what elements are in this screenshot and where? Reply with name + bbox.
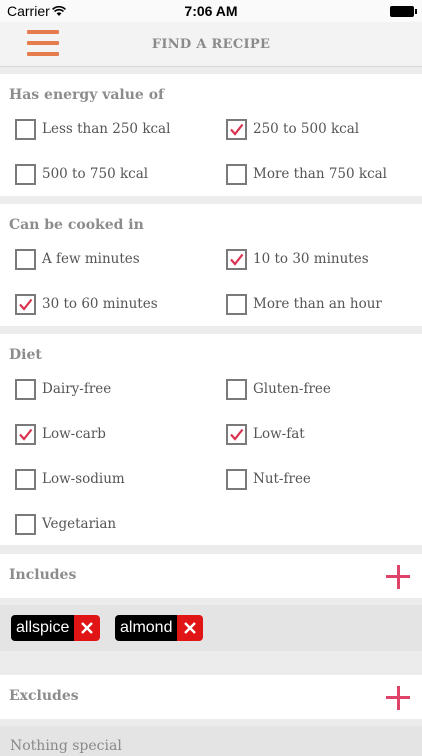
option-nut-free[interactable]: Nut-free — [226, 468, 311, 490]
excludes-header: Excludes — [0, 675, 422, 719]
add-include-button[interactable] — [386, 565, 410, 589]
option-label: Less than 250 kcal — [42, 121, 171, 137]
checkmark-icon — [19, 428, 33, 441]
option-label: Low-fat — [253, 426, 305, 442]
section-title: Includes — [9, 567, 77, 583]
checkbox[interactable] — [226, 248, 247, 270]
option-label: 10 to 30 minutes — [253, 251, 369, 267]
tag-label: almond — [115, 615, 178, 641]
option-label: 250 to 500 kcal — [253, 121, 360, 137]
option-label: 500 to 750 kcal — [42, 166, 149, 182]
checkbox[interactable] — [226, 118, 247, 140]
checkbox[interactable] — [226, 378, 247, 400]
option-label: Gluten-free — [253, 381, 331, 397]
option-a-few-minutes[interactable]: A few minutes — [15, 248, 140, 270]
option-label: Low-carb — [42, 426, 106, 442]
tag-label: allspice — [11, 615, 75, 641]
checkbox[interactable] — [15, 248, 36, 270]
option-low-fat[interactable]: Low-fat — [226, 423, 305, 445]
option-label: Nut-free — [253, 471, 311, 487]
battery-icon — [390, 6, 417, 17]
navigation-bar: FIND A RECIPE — [0, 22, 422, 67]
option-more-than-an-hour[interactable]: More than an hour — [226, 293, 382, 315]
option-10-to-30-minutes[interactable]: 10 to 30 minutes — [226, 248, 369, 270]
checkmark-icon — [230, 428, 244, 441]
checkmark-icon — [19, 298, 33, 311]
option-less-than-250-kcal[interactable]: Less than 250 kcal — [15, 118, 170, 140]
checkmark-icon — [230, 253, 244, 266]
option-more-than-750-kcal[interactable]: More than 750 kcal — [226, 163, 387, 185]
checkbox[interactable] — [226, 163, 247, 185]
checkmark-icon — [230, 123, 244, 136]
section-title: Excludes — [9, 688, 79, 704]
includes-header: Includes — [0, 554, 422, 598]
checkbox[interactable] — [15, 378, 36, 400]
checkbox[interactable] — [226, 423, 247, 445]
includes-tag-list: allspice almond — [0, 605, 422, 651]
option-label: More than an hour — [253, 296, 382, 312]
checkbox[interactable] — [226, 468, 247, 490]
add-exclude-button[interactable] — [386, 686, 410, 710]
option-label: 30 to 60 minutes — [42, 296, 158, 312]
section-title: Can be cooked in — [9, 217, 144, 233]
option-gluten-free[interactable]: Gluten-free — [226, 378, 331, 400]
checkbox[interactable] — [15, 163, 36, 185]
option-vegetarian[interactable]: Vegetarian — [15, 513, 116, 535]
option-low-carb[interactable]: Low-carb — [15, 423, 106, 445]
option-250-to-500-kcal[interactable]: 250 to 500 kcal — [226, 118, 359, 140]
option-500-to-750-kcal[interactable]: 500 to 750 kcal — [15, 163, 148, 185]
excludes-placeholder: Nothing special — [10, 738, 122, 754]
option-label: A few minutes — [42, 251, 140, 267]
energy-section: Has energy value of Less than 250 kcal 2… — [0, 74, 422, 196]
checkbox[interactable] — [15, 293, 36, 315]
checkbox[interactable] — [15, 118, 36, 140]
page-title: FIND A RECIPE — [151, 37, 271, 52]
section-title: Has energy value of — [9, 87, 165, 103]
checkbox[interactable] — [15, 513, 36, 535]
clock: 7:06 AM — [184, 3, 238, 19]
option-label: More than 750 kcal — [253, 166, 388, 182]
cooking-time-section: Can be cooked in A few minutes 10 to 30 … — [0, 204, 422, 326]
status-bar: Carrier 7:06 AM — [0, 0, 422, 22]
option-label: Dairy-free — [42, 381, 112, 397]
checkbox[interactable] — [15, 468, 36, 490]
option-30-to-60-minutes[interactable]: 30 to 60 minutes — [15, 293, 158, 315]
remove-tag-icon[interactable] — [74, 615, 101, 641]
option-label: Low-sodium — [42, 471, 125, 487]
diet-section: Diet Dairy-free Gluten-free Low-carb Low… — [0, 334, 422, 545]
checkbox[interactable] — [15, 423, 36, 445]
tag-allspice: allspice — [11, 615, 101, 641]
option-low-sodium[interactable]: Low-sodium — [15, 468, 125, 490]
tag-almond: almond — [115, 615, 204, 641]
section-title: Diet — [9, 347, 42, 363]
option-dairy-free[interactable]: Dairy-free — [15, 378, 111, 400]
option-label: Vegetarian — [42, 516, 117, 532]
remove-tag-icon[interactable] — [177, 615, 204, 641]
checkbox[interactable] — [226, 293, 247, 315]
excludes-tag-list: Nothing special — [0, 726, 422, 756]
